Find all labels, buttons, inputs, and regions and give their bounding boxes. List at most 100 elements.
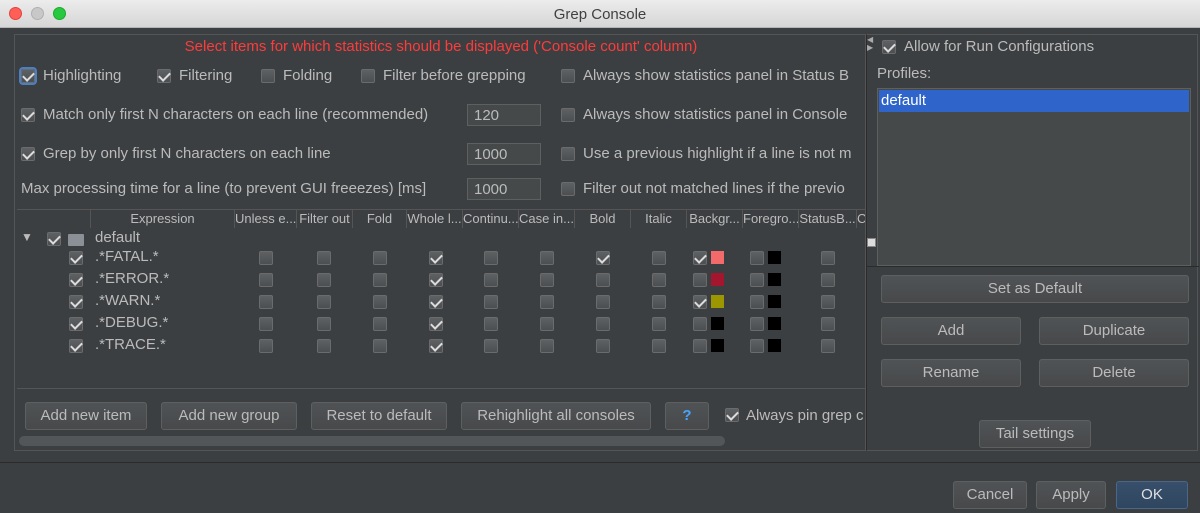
row-filter-out-checkbox[interactable] bbox=[317, 273, 331, 287]
row-continue-checkbox[interactable] bbox=[484, 295, 498, 309]
row-foreground-swatch[interactable] bbox=[768, 339, 781, 352]
filter-before-grepping-checkbox[interactable] bbox=[361, 69, 375, 83]
column-header-fold[interactable]: Fold bbox=[353, 210, 407, 228]
column-header-unless[interactable]: Unless e... bbox=[235, 210, 297, 228]
column-header-background[interactable]: Backgr... bbox=[687, 210, 743, 228]
row-case-insensitive-checkbox[interactable] bbox=[540, 251, 554, 265]
row-unless-checkbox[interactable] bbox=[259, 295, 273, 309]
row-unless-checkbox[interactable] bbox=[259, 339, 273, 353]
column-header-case-insensitive[interactable]: Case in... bbox=[519, 210, 575, 228]
delete-profile-button[interactable]: Delete bbox=[1039, 359, 1189, 387]
row-background-checkbox[interactable] bbox=[693, 317, 707, 331]
row-expression[interactable]: .*TRACE.* bbox=[95, 336, 166, 353]
prev-highlight-checkbox[interactable] bbox=[561, 147, 575, 161]
row-continue-checkbox[interactable] bbox=[484, 273, 498, 287]
row-bold-checkbox[interactable] bbox=[596, 273, 610, 287]
allow-run-config-checkbox[interactable] bbox=[882, 40, 896, 54]
reset-to-default-button[interactable]: Reset to default bbox=[311, 402, 447, 430]
row-whole-line-checkbox[interactable] bbox=[429, 251, 443, 265]
row-statusbar-checkbox[interactable] bbox=[821, 251, 835, 265]
row-bold-checkbox[interactable] bbox=[596, 295, 610, 309]
column-header-expression[interactable]: Expression bbox=[91, 210, 235, 228]
add-new-item-button[interactable]: Add new item bbox=[25, 402, 147, 430]
row-fold-checkbox[interactable] bbox=[373, 251, 387, 265]
collapse-icon[interactable]: ▼ bbox=[21, 230, 33, 244]
row-whole-line-checkbox[interactable] bbox=[429, 317, 443, 331]
expressions-table[interactable]: Expression Unless e... Filter out Fold W… bbox=[17, 209, 865, 389]
match-first-n-checkbox[interactable] bbox=[21, 108, 35, 122]
row-unless-checkbox[interactable] bbox=[259, 317, 273, 331]
row-foreground-swatch[interactable] bbox=[768, 295, 781, 308]
row-foreground-checkbox[interactable] bbox=[750, 273, 764, 287]
column-header-console-count[interactable]: C bbox=[857, 210, 865, 228]
column-header-foreground[interactable]: Foregro... bbox=[743, 210, 799, 228]
row-case-insensitive-checkbox[interactable] bbox=[540, 273, 554, 287]
profiles-list[interactable]: default bbox=[877, 88, 1191, 266]
horizontal-scrollbar[interactable] bbox=[19, 436, 725, 446]
row-background-swatch[interactable] bbox=[711, 273, 724, 286]
row-enabled-checkbox[interactable] bbox=[69, 273, 83, 287]
row-background-checkbox[interactable] bbox=[693, 273, 707, 287]
column-header-statusbar[interactable]: StatusB... bbox=[799, 210, 857, 228]
column-header-tree[interactable] bbox=[17, 210, 91, 228]
column-header-italic[interactable]: Italic bbox=[631, 210, 687, 228]
row-fold-checkbox[interactable] bbox=[373, 339, 387, 353]
row-expression[interactable]: .*FATAL.* bbox=[95, 248, 159, 265]
tail-settings-button[interactable]: Tail settings bbox=[979, 420, 1091, 448]
filter-out-checkbox[interactable] bbox=[561, 182, 575, 196]
row-case-insensitive-checkbox[interactable] bbox=[540, 339, 554, 353]
column-header-whole-line[interactable]: Whole l... bbox=[407, 210, 463, 228]
row-background-swatch[interactable] bbox=[711, 339, 724, 352]
row-expression[interactable]: .*WARN.* bbox=[95, 292, 160, 309]
row-foreground-swatch[interactable] bbox=[768, 317, 781, 330]
row-enabled-checkbox[interactable] bbox=[69, 295, 83, 309]
row-background-checkbox[interactable] bbox=[693, 339, 707, 353]
grep-first-n-checkbox[interactable] bbox=[21, 147, 35, 161]
row-continue-checkbox[interactable] bbox=[484, 339, 498, 353]
row-background-swatch[interactable] bbox=[711, 251, 724, 264]
row-statusbar-checkbox[interactable] bbox=[821, 273, 835, 287]
row-background-swatch[interactable] bbox=[711, 295, 724, 308]
row-fold-checkbox[interactable] bbox=[373, 295, 387, 309]
column-header-bold[interactable]: Bold bbox=[575, 210, 631, 228]
row-case-insensitive-checkbox[interactable] bbox=[540, 295, 554, 309]
row-foreground-checkbox[interactable] bbox=[750, 251, 764, 265]
always-pin-checkbox[interactable] bbox=[725, 408, 739, 422]
column-header-continue[interactable]: Continu... bbox=[463, 210, 519, 228]
rename-profile-button[interactable]: Rename bbox=[881, 359, 1021, 387]
ok-button[interactable]: OK bbox=[1116, 481, 1188, 509]
set-as-default-button[interactable]: Set as Default bbox=[881, 275, 1189, 303]
row-foreground-checkbox[interactable] bbox=[750, 339, 764, 353]
match-first-n-input[interactable]: 120 bbox=[467, 104, 541, 126]
highlighting-checkbox[interactable] bbox=[21, 69, 35, 83]
row-filter-out-checkbox[interactable] bbox=[317, 317, 331, 331]
row-background-checkbox[interactable] bbox=[693, 251, 707, 265]
help-button[interactable]: ? bbox=[665, 402, 709, 430]
row-bold-checkbox[interactable] bbox=[596, 251, 610, 265]
column-header-filter-out[interactable]: Filter out bbox=[297, 210, 353, 228]
folding-checkbox[interactable] bbox=[261, 69, 275, 83]
row-foreground-swatch[interactable] bbox=[768, 273, 781, 286]
row-bold-checkbox[interactable] bbox=[596, 339, 610, 353]
apply-button[interactable]: Apply bbox=[1036, 481, 1106, 509]
rehighlight-all-button[interactable]: Rehighlight all consoles bbox=[461, 402, 651, 430]
row-statusbar-checkbox[interactable] bbox=[821, 339, 835, 353]
row-italic-checkbox[interactable] bbox=[652, 251, 666, 265]
row-unless-checkbox[interactable] bbox=[259, 251, 273, 265]
duplicate-profile-button[interactable]: Duplicate bbox=[1039, 317, 1189, 345]
row-foreground-checkbox[interactable] bbox=[750, 295, 764, 309]
row-foreground-checkbox[interactable] bbox=[750, 317, 764, 331]
row-whole-line-checkbox[interactable] bbox=[429, 295, 443, 309]
row-enabled-checkbox[interactable] bbox=[69, 317, 83, 331]
row-bold-checkbox[interactable] bbox=[596, 317, 610, 331]
max-time-input[interactable]: 1000 bbox=[467, 178, 541, 200]
row-filter-out-checkbox[interactable] bbox=[317, 295, 331, 309]
row-fold-checkbox[interactable] bbox=[373, 273, 387, 287]
row-unless-checkbox[interactable] bbox=[259, 273, 273, 287]
row-filter-out-checkbox[interactable] bbox=[317, 251, 331, 265]
row-enabled-checkbox[interactable] bbox=[69, 339, 83, 353]
row-statusbar-checkbox[interactable] bbox=[821, 295, 835, 309]
row-italic-checkbox[interactable] bbox=[652, 317, 666, 331]
group-checkbox[interactable] bbox=[47, 232, 61, 246]
row-continue-checkbox[interactable] bbox=[484, 317, 498, 331]
